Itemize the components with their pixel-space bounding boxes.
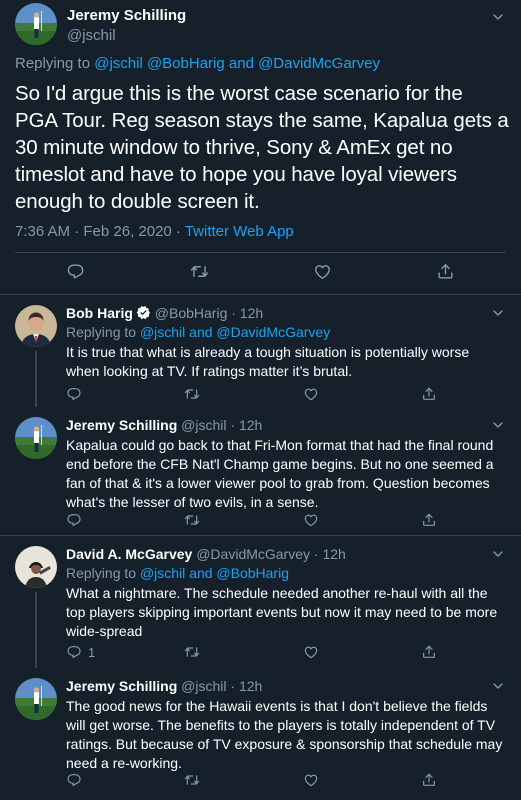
author-handle-time[interactable]: @jschil · 12h [181,417,262,433]
share-icon [421,772,437,788]
like-button[interactable] [303,644,319,660]
avatar[interactable] [15,417,57,459]
reply-header: Jeremy Schilling @jschil · 12h [66,417,262,433]
retweet-button[interactable] [184,772,200,788]
replying-to: Replying to @jschil @BobHarig and @David… [15,55,380,72]
replying-to-users[interactable]: @jschil and @DavidMcGarvey [140,324,330,340]
retweet-icon [190,262,209,281]
chevron-down-icon[interactable] [490,9,506,25]
replying-to-users[interactable]: @jschil and @BobHarig [140,565,289,581]
retweet-button[interactable] [184,386,200,402]
replying-label: Replying to [15,55,91,72]
thread-line [35,351,37,407]
like-button[interactable] [313,262,332,281]
like-button[interactable] [303,772,319,788]
timestamp[interactable]: 7:36 AM · Feb 26, 2020 · [15,223,185,240]
reply-icon [66,386,82,402]
reply-tweet[interactable]: Jeremy Schilling @jschil · 12h Kapalua c… [0,407,521,535]
reply-button[interactable] [66,772,88,788]
tweet-text: So I'd argue this is the worst case scen… [15,82,509,213]
reply-text: The good news for the Hawaii events is t… [66,698,503,771]
tweet-meta: 7:36 AM · Feb 26, 2020 · Twitter Web App [15,223,294,240]
like-icon [303,644,319,660]
reply-text: It is true that what is already a tough … [66,344,470,379]
author-name[interactable]: Jeremy Schilling [66,678,177,694]
author-handle-time[interactable]: @BobHarig · 12h [155,305,263,321]
reply-header: Jeremy Schilling @jschil · 12h [66,678,262,694]
source-app[interactable]: Twitter Web App [185,223,294,240]
author-name[interactable]: Jeremy Schilling [66,417,177,433]
reply-button[interactable] [66,512,88,528]
reply-tweet[interactable]: Jeremy Schilling @jschil · 12h The good … [0,668,521,800]
share-button[interactable] [421,386,437,402]
tweet-actions [0,262,521,286]
author-name[interactable]: Bob Harig [66,305,133,321]
reply-button[interactable] [66,262,85,281]
reply-icon [66,644,82,660]
reply-button[interactable] [66,386,88,402]
share-button[interactable] [421,644,437,660]
share-button[interactable] [436,262,455,281]
reply-actions: 1 [66,644,506,664]
reply-text: What a nightmare. The schedule needed an… [66,585,498,639]
retweet-icon [184,772,200,788]
reply-icon [66,772,82,788]
chevron-down-icon[interactable] [490,546,506,562]
like-icon [303,772,319,788]
reply-tweet[interactable]: Bob Harig @BobHarig · 12h Replying to @j… [0,295,521,407]
avatar[interactable] [15,305,57,347]
thread-line [35,592,37,668]
reply-button[interactable]: 1 [66,644,95,660]
retweet-button[interactable] [184,512,200,528]
replying-to: Replying to @jschil and @DavidMcGarvey [66,324,330,340]
reply-actions [66,512,506,532]
share-button[interactable] [421,512,437,528]
retweet-button[interactable] [190,262,209,281]
like-icon [303,386,319,402]
replying-to-users[interactable]: @jschil @BobHarig and @DavidMcGarvey [94,55,380,72]
reply-text: Kapalua could go back to that Fri-Mon fo… [66,437,494,510]
reply-tweet[interactable]: David A. McGarvey @DavidMcGarvey · 12h R… [0,536,521,668]
retweet-icon [184,512,200,528]
author-handle[interactable]: @jschil [67,27,116,44]
chevron-down-icon[interactable] [490,417,506,433]
reply-count: 1 [88,644,96,660]
like-button[interactable] [303,386,319,402]
share-icon [421,386,437,402]
chevron-down-icon[interactable] [490,305,506,321]
like-icon [303,512,319,528]
share-button[interactable] [421,772,437,788]
author-name[interactable]: David A. McGarvey [66,546,192,562]
replying-label: Replying to [66,324,140,340]
like-button[interactable] [303,512,319,528]
reply-icon [66,262,85,281]
avatar[interactable] [15,3,57,45]
verified-badge-icon [136,305,151,320]
chevron-down-icon[interactable] [490,678,506,694]
author-handle-time[interactable]: @DavidMcGarvey · 12h [196,546,346,562]
like-icon [313,262,332,281]
avatar[interactable] [15,678,57,720]
share-icon [436,262,455,281]
author-handle-time[interactable]: @jschil · 12h [181,678,262,694]
retweet-icon [184,386,200,402]
reply-actions [66,386,506,406]
reply-header: Bob Harig @BobHarig · 12h [66,305,263,321]
reply-actions [66,772,506,792]
replying-label: Replying to [66,565,140,581]
share-icon [421,512,437,528]
replying-to: Replying to @jschil and @BobHarig [66,565,289,581]
author-name[interactable]: Jeremy Schilling [67,7,186,24]
retweet-button[interactable] [184,644,200,660]
reply-icon [66,512,82,528]
retweet-icon [184,644,200,660]
divider [15,252,506,253]
avatar[interactable] [15,546,57,588]
main-tweet: Jeremy Schilling @jschil Replying to @js… [0,0,521,295]
share-icon [421,644,437,660]
reply-header: David A. McGarvey @DavidMcGarvey · 12h [66,546,346,562]
